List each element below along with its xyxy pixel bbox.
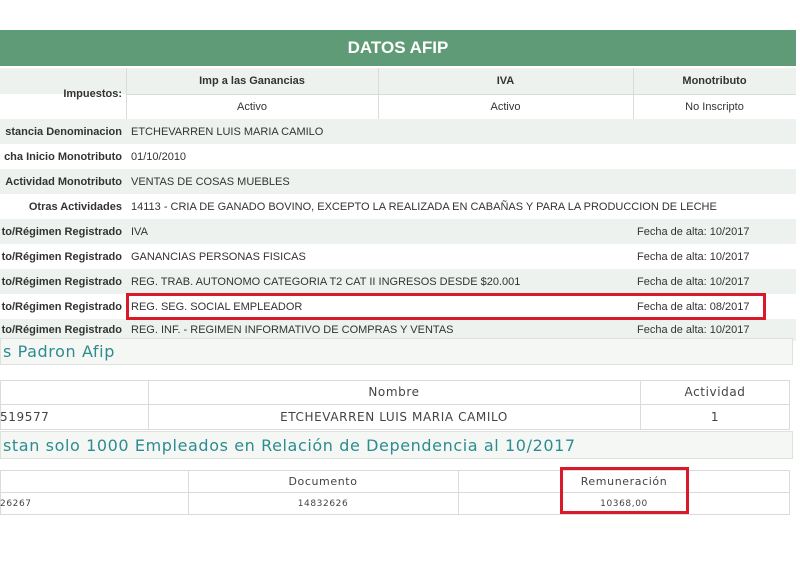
row-label: to/Régimen Registrado <box>1 225 122 238</box>
highlight-empleador <box>126 293 766 320</box>
row-label: stancia Denominacion <box>5 125 122 138</box>
row-label: to/Régimen Registrado <box>1 275 122 288</box>
padron-cuit: 519577 <box>0 410 50 424</box>
col-monotributo: Monotributo <box>682 75 747 87</box>
padron-section-title: s Padron Afip <box>0 338 793 365</box>
empleados-section-title: stan solo 1000 Empleados en Relación de … <box>0 431 793 459</box>
row-date: Fecha de alta: 10/2017 <box>637 225 750 238</box>
row-label: Otras Actividades <box>28 200 122 213</box>
impuestos-label: Impuestos: <box>63 87 122 100</box>
row-label: to/Régimen Registrado <box>1 250 122 263</box>
row-label: cha Inicio Monotributo <box>4 150 122 163</box>
row-value: 14113 - CRIA DE GANADO BOVINO, EXCEPTO L… <box>131 200 717 213</box>
row-value: ETCHEVARREN LUIS MARIA CAMILO <box>131 125 324 138</box>
val-imp-ganancias: Activo <box>237 100 267 113</box>
empleados-cuil: 26267 <box>0 498 32 509</box>
row-value: VENTAS DE COSAS MUEBLES <box>131 175 290 188</box>
row-value: REG. TRAB. AUTONOMO CATEGORIA T2 CAT II … <box>131 275 521 288</box>
col-iva: IVA <box>496 75 515 87</box>
row-value: IVA <box>131 225 148 238</box>
row-date: Fecha de alta: 10/2017 <box>637 275 750 288</box>
header-title: DATOS AFIP <box>347 38 449 57</box>
val-iva: Activo <box>490 100 521 113</box>
val-monotributo: No Inscripto <box>685 100 744 113</box>
row-date: Fecha de alta: 10/2017 <box>637 250 750 263</box>
col-imp-ganancias: Imp a las Ganancias <box>199 75 305 87</box>
padron-actividad: 1 <box>710 410 720 424</box>
empleados-documento: 14832626 <box>297 498 349 509</box>
empleados-col-documento: Documento <box>288 474 358 488</box>
row-label: to/Régimen Registrado <box>1 300 122 313</box>
row-value: GANANCIAS PERSONAS FISICAS <box>131 250 306 263</box>
padron-nombre: ETCHEVARREN LUIS MARIA CAMILO <box>280 410 508 424</box>
highlight-remuneracion <box>560 467 689 514</box>
row-value: 01/10/2010 <box>131 150 187 163</box>
padron-col-actividad: Actividad <box>684 385 746 399</box>
datos-afip-header: DATOS AFIP <box>0 30 796 66</box>
padron-col-nombre: Nombre <box>368 385 420 399</box>
row-label: Actividad Monotributo <box>5 175 122 188</box>
